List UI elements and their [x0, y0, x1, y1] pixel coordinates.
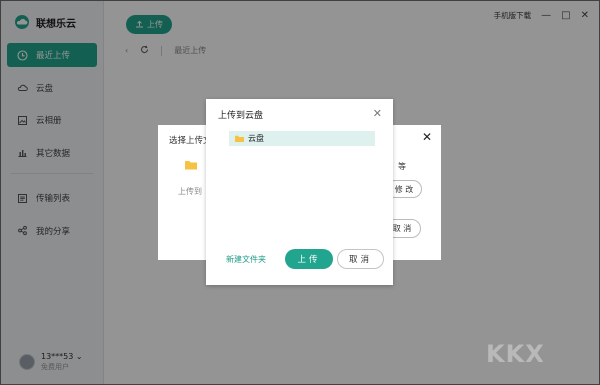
close-icon[interactable]: ✕	[373, 107, 382, 120]
folder-name: 云盘	[248, 134, 264, 143]
folder-tree-item-cloud[interactable]: 云盘	[229, 131, 375, 146]
folder-icon	[235, 135, 244, 142]
cancel-button[interactable]: 取消	[337, 249, 384, 269]
new-folder-link[interactable]: 新建文件夹	[226, 254, 266, 265]
folder-icon	[185, 160, 197, 170]
file-count-suffix: 等	[398, 162, 406, 171]
upload-to-cloud-dialog: 上传到云盘 ✕ 云盘 新建文件夹 上传 取消	[206, 99, 393, 285]
watermark: KKX	[486, 340, 545, 368]
upload-confirm-button[interactable]: 上传	[285, 249, 333, 269]
close-icon[interactable]: ✕	[422, 130, 432, 144]
dialog-title: 上传到云盘	[218, 111, 264, 121]
upload-to-label: 上传到	[178, 187, 202, 196]
